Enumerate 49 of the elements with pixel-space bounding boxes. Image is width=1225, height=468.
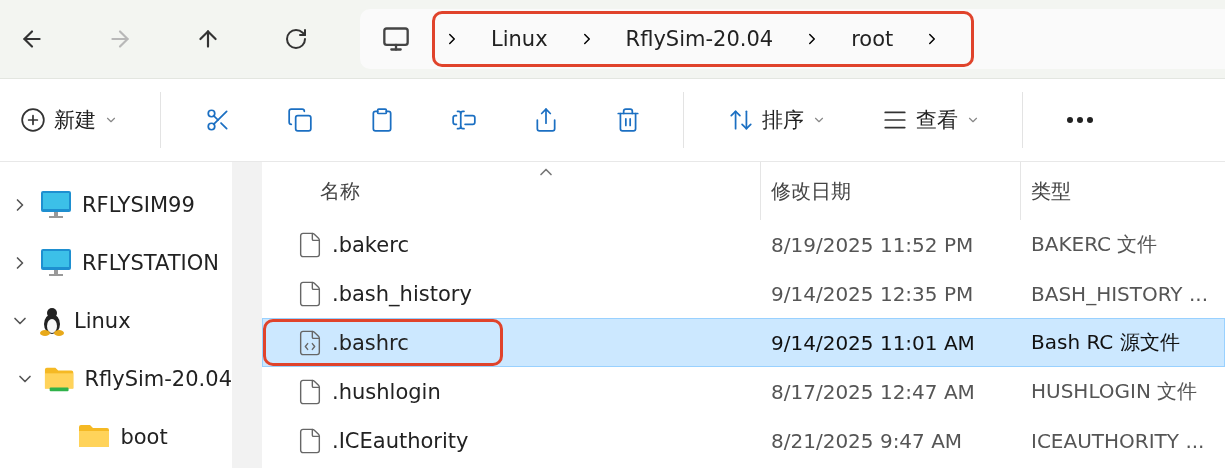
tree-item[interactable]: boot xyxy=(0,408,232,466)
breadcrumb-item[interactable]: root xyxy=(851,27,894,51)
share-icon xyxy=(533,107,559,133)
type-cell-text: BAKERC 文件 xyxy=(1030,231,1159,258)
file-name: .bash_history xyxy=(332,281,472,306)
breadcrumb-item[interactable]: Linux xyxy=(491,27,548,51)
sort-button[interactable]: 排序 xyxy=(714,96,840,144)
new-button[interactable]: 新建 xyxy=(6,96,132,144)
date-cell-text: 8/19/2025 11:52 PM xyxy=(770,232,975,257)
type-cell-text: Bash RC 源文件 xyxy=(1030,329,1181,356)
date-cell-text: 8/17/2025 12:47 AM xyxy=(770,379,976,404)
type-cell-text: HUSHLOGIN 文件 xyxy=(1030,378,1199,405)
file-name: .hushlogin xyxy=(332,379,441,404)
file-name: .bakerc xyxy=(332,232,409,257)
file-name: .bashrc xyxy=(332,330,409,355)
refresh-icon xyxy=(284,27,308,51)
computer-icon xyxy=(382,25,410,53)
file-row[interactable]: .bashrc 9/14/2025 11:01 AM Bash RC 源文件 xyxy=(262,318,1225,367)
file-row[interactable]: .hushlogin 8/17/2025 12:47 AM HUSHLOGIN 文件 xyxy=(262,367,1225,416)
sort-icon xyxy=(728,107,754,133)
column-header[interactable]: 修改日期 xyxy=(760,162,1020,220)
rename-icon xyxy=(451,107,477,133)
type-cell-text: BASH_HISTORY ... xyxy=(1030,281,1209,306)
copy-icon xyxy=(287,107,313,133)
date-cell-text: 9/14/2025 11:01 AM xyxy=(770,330,976,355)
breadcrumb-item[interactable]: RflySim-20.04 xyxy=(625,27,774,51)
view-button[interactable]: 查看 xyxy=(868,96,994,144)
date-cell-text: 8/21/2025 9:47 AM xyxy=(770,428,964,453)
file-name: .ICEauthority xyxy=(332,428,469,453)
computer-icon xyxy=(40,190,72,220)
penguin-icon xyxy=(40,306,64,336)
file-row[interactable]: .ICEauthority 8/21/2025 9:47 AM ICEAUTHORITY ... xyxy=(262,416,1225,465)
tree-item[interactable]: RFLYSIM99 xyxy=(0,176,232,234)
tree-item[interactable]: RFLYSTATION xyxy=(0,234,232,292)
plus-icon xyxy=(20,107,46,133)
paste-icon xyxy=(369,107,395,133)
address-bar[interactable]: Linux RflySim-20.04 root xyxy=(360,9,1225,69)
delete-icon xyxy=(615,107,641,133)
date-cell-text: 9/14/2025 12:35 PM xyxy=(770,281,975,306)
tree-item[interactable]: Linux xyxy=(0,292,232,350)
file-row[interactable]: .bash_history 9/14/2025 12:35 PM BASH_HISTORY ... xyxy=(262,269,1225,318)
computer-icon xyxy=(40,248,72,278)
type-cell-text: ICEAUTHORITY ... xyxy=(1030,428,1206,453)
drive-folder-icon xyxy=(44,365,75,393)
tree-item[interactable]: RflySim-20.04 xyxy=(0,350,232,408)
file-row[interactable]: .bakerc 8/19/2025 11:52 PM BAKERC 文件 xyxy=(262,220,1225,269)
column-header[interactable]: 类型 xyxy=(1020,162,1225,220)
column-header[interactable]: 名称 xyxy=(262,162,760,220)
more-icon xyxy=(1067,117,1093,123)
